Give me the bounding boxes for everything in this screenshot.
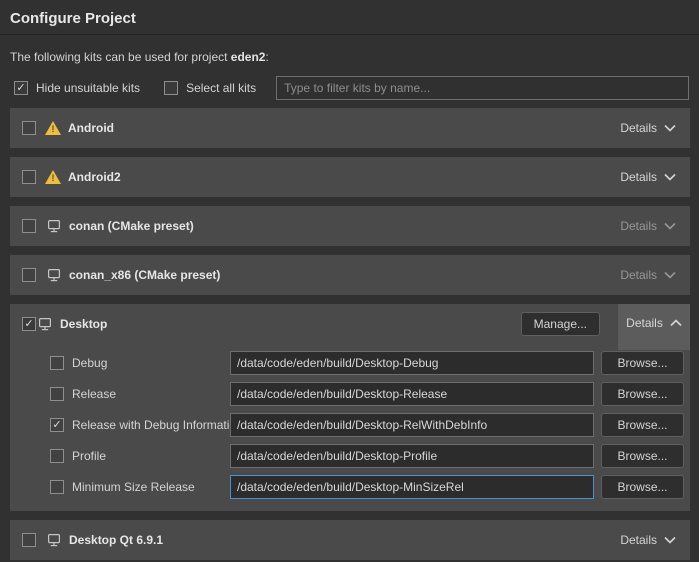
build-path-input[interactable] [230, 413, 594, 437]
details-toggle[interactable]: Details [620, 121, 676, 135]
kit-row-conan-x86[interactable]: conan_x86 (CMake preset) Details [10, 255, 690, 295]
kit-name: conan_x86 (CMake preset) [69, 268, 220, 282]
config-checkbox[interactable] [50, 480, 64, 494]
config-label: Profile [72, 449, 230, 463]
intro-text: The following kits can be used for proje… [10, 50, 689, 64]
intro-text-after: : [265, 50, 268, 64]
filter-controls: Hide unsuitable kits Select all kits [14, 76, 689, 100]
hide-unsuitable-checkbox[interactable] [14, 81, 28, 95]
build-path-input-focused[interactable] [230, 475, 594, 499]
select-all-checkbox[interactable] [164, 81, 178, 95]
config-checkbox[interactable] [50, 449, 64, 463]
kit-checkbox[interactable] [22, 121, 36, 135]
kit-list: ! Android Details ! Android2 Details con… [10, 108, 690, 560]
build-path-input[interactable] [230, 444, 594, 468]
kit-name: conan (CMake preset) [69, 219, 194, 233]
kit-name: Desktop Qt 6.9.1 [69, 533, 163, 547]
kit-row-android[interactable]: ! Android Details [10, 108, 690, 148]
config-checkbox[interactable] [50, 356, 64, 370]
monitor-icon [45, 218, 62, 234]
kit-row-desktop-qt[interactable]: Desktop Qt 6.9.1 Details [10, 520, 690, 560]
details-label: Details [626, 316, 663, 330]
config-label: Release with Debug Information [72, 418, 230, 432]
monitor-icon [45, 532, 62, 548]
browse-button[interactable]: Browse... [601, 351, 684, 375]
manage-button[interactable]: Manage... [521, 312, 600, 336]
chevron-down-icon [664, 173, 676, 181]
details-toggle[interactable]: Details [620, 533, 676, 547]
kit-section-desktop: Details Desktop Manage... Debug Browse..… [10, 304, 690, 511]
details-toggle[interactable]: Details [620, 219, 676, 233]
build-path-input[interactable] [230, 351, 594, 375]
hide-unsuitable-label[interactable]: Hide unsuitable kits [36, 81, 140, 95]
kit-row-conan[interactable]: conan (CMake preset) Details [10, 206, 690, 246]
build-config-row-relwithdebinfo: Release with Debug Information Browse... [50, 413, 684, 437]
browse-button[interactable]: Browse... [601, 382, 684, 406]
kit-name: Android [68, 121, 114, 135]
kit-checkbox[interactable] [22, 170, 36, 184]
details-label: Details [620, 219, 657, 233]
config-checkbox[interactable] [50, 418, 64, 432]
intro-text-before: The following kits can be used for proje… [10, 50, 231, 64]
select-all-label[interactable]: Select all kits [186, 81, 256, 95]
details-label: Details [620, 121, 657, 135]
chevron-up-icon [670, 319, 682, 327]
kit-checkbox[interactable] [22, 317, 36, 331]
browse-button[interactable]: Browse... [601, 413, 684, 437]
kit-filter-input[interactable] [276, 76, 689, 100]
config-checkbox[interactable] [50, 387, 64, 401]
chevron-down-icon [664, 124, 676, 132]
build-config-row-debug: Debug Browse... [50, 351, 684, 375]
details-label: Details [620, 170, 657, 184]
chevron-down-icon [664, 271, 676, 279]
title-bar: Configure Project [0, 0, 699, 35]
kit-checkbox[interactable] [22, 219, 36, 233]
details-toggle[interactable]: Details [620, 268, 676, 282]
build-config-row-minsizerel: Minimum Size Release Browse... [50, 475, 684, 499]
build-path-input[interactable] [230, 382, 594, 406]
chevron-down-icon [664, 536, 676, 544]
build-config-row-profile: Profile Browse... [50, 444, 684, 468]
kit-row-desktop[interactable]: Desktop Manage... [10, 304, 690, 344]
kit-name: Android2 [68, 170, 121, 184]
details-label: Details [620, 533, 657, 547]
chevron-down-icon [664, 222, 676, 230]
build-config-row-release: Release Browse... [50, 382, 684, 406]
kit-row-android2[interactable]: ! Android2 Details [10, 157, 690, 197]
details-control[interactable]: Details [626, 316, 682, 330]
warning-icon: ! [45, 121, 61, 135]
config-label: Minimum Size Release [72, 480, 230, 494]
kit-checkbox[interactable] [22, 533, 36, 547]
config-label: Debug [72, 356, 230, 370]
monitor-icon [36, 316, 53, 332]
monitor-icon [45, 267, 62, 283]
browse-button[interactable]: Browse... [601, 475, 684, 499]
details-label: Details [620, 268, 657, 282]
kit-name: Desktop [60, 317, 107, 331]
page-title: Configure Project [10, 10, 689, 27]
project-name: eden2 [231, 50, 266, 64]
config-label: Release [72, 387, 230, 401]
warning-icon: ! [45, 170, 61, 184]
details-toggle[interactable]: Details [620, 170, 676, 184]
details-toggle-expanded[interactable]: Details [618, 304, 690, 350]
browse-button[interactable]: Browse... [601, 444, 684, 468]
kit-checkbox[interactable] [22, 268, 36, 282]
